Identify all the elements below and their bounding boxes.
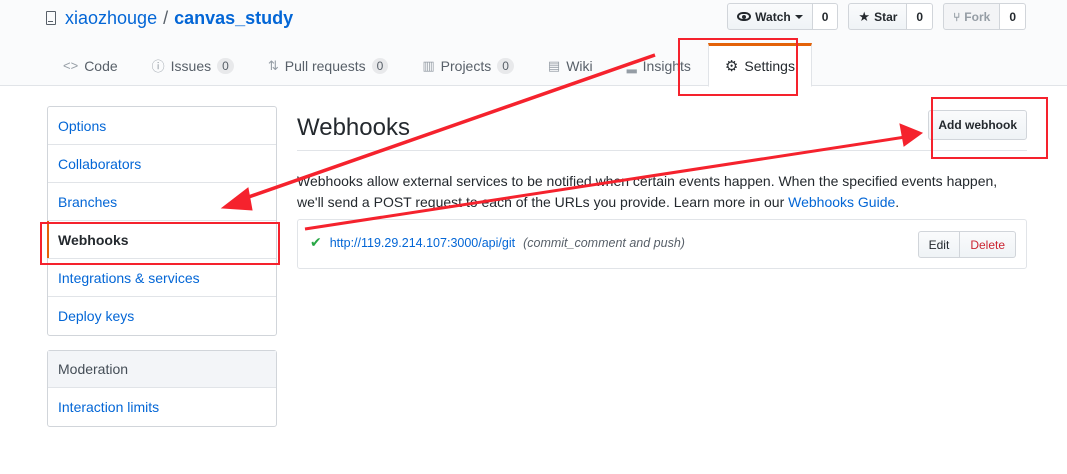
annotation-arrows	[220, 53, 924, 231]
arrowhead-webhooks	[220, 187, 253, 211]
arrow-line-settings-to-webhooks	[239, 53, 656, 202]
arrowhead-add-webhook	[899, 123, 924, 147]
arrow-line-to-add-webhook	[304, 134, 913, 231]
